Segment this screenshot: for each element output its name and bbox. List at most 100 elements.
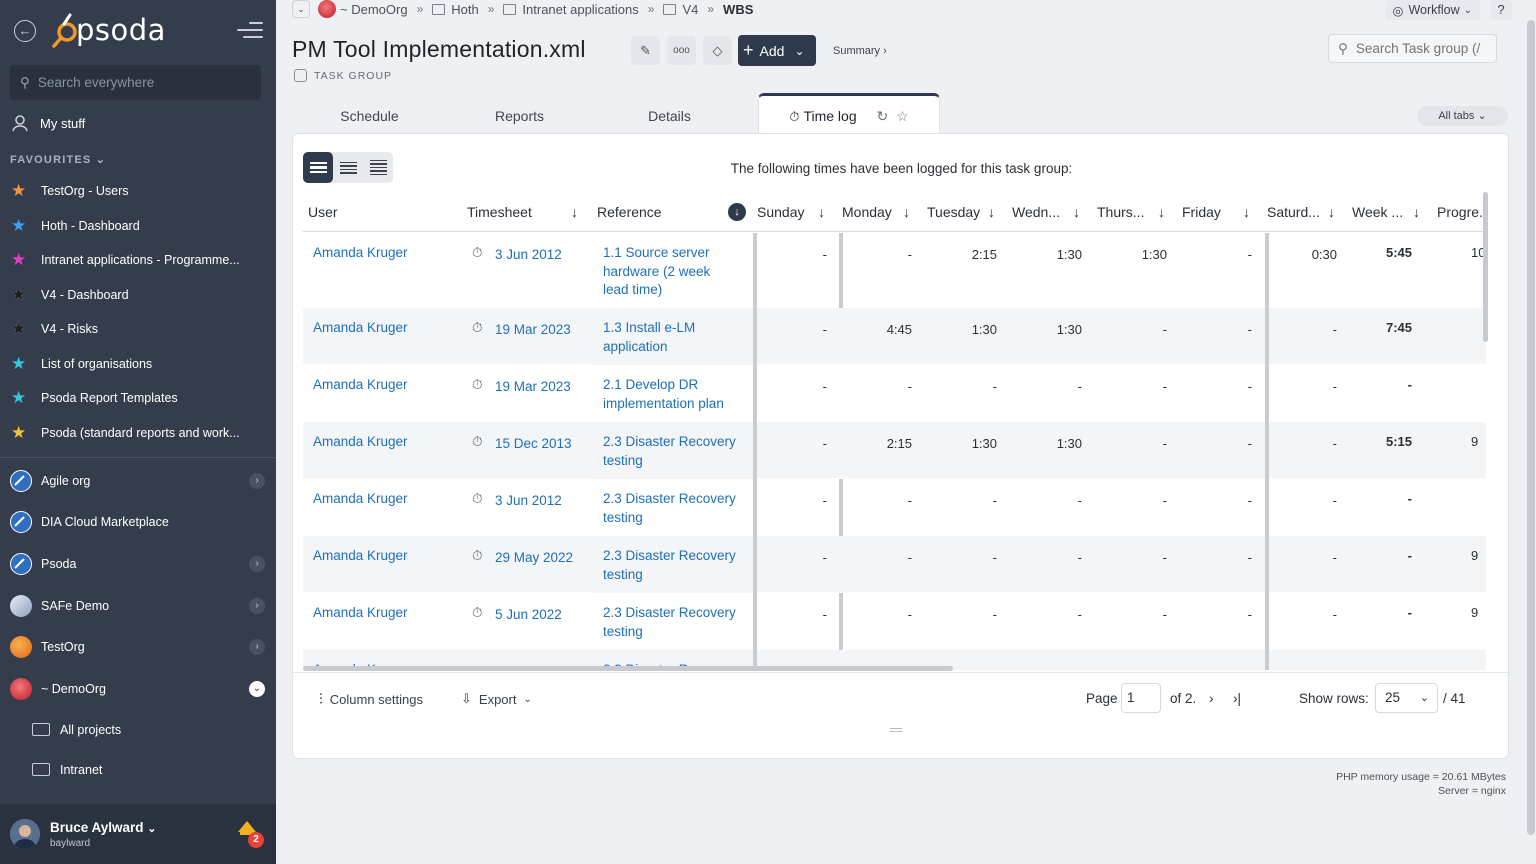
breadcrumb-current[interactable]: WBS [723, 2, 753, 17]
user-link[interactable]: Amanda Kruger [313, 490, 408, 509]
timesheet-link[interactable]: 5 Jun 2022 [495, 606, 562, 625]
export-button[interactable]: ⇩ Export ⌄ [461, 691, 532, 707]
tab-reports[interactable]: Reports [442, 100, 597, 133]
chevron-right-icon[interactable]: › [249, 473, 265, 489]
task-group-search-input[interactable] [1355, 41, 1486, 56]
sort-active-icon[interactable]: ↓ [728, 203, 746, 221]
sort-arrow-icon[interactable]: ↓ [1328, 192, 1335, 232]
edit-button[interactable]: ✎ [631, 36, 660, 65]
favourite-item[interactable]: ★ Intranet applications - Programme... [0, 243, 276, 278]
column-header-tuesday[interactable]: Tuesday [927, 192, 980, 232]
sort-arrow-icon[interactable]: ↓ [988, 192, 995, 232]
reference-link[interactable]: 2.3 Disaster Recovery testing [603, 547, 753, 584]
user-link[interactable]: Amanda Kruger [313, 244, 408, 263]
sort-arrow-icon[interactable]: ↓ [1158, 192, 1165, 232]
page-input[interactable]: 1 [1121, 683, 1161, 713]
favourite-item[interactable]: ★ V4 - Dashboard [0, 278, 276, 313]
chevron-down-icon[interactable]: ⌄ [249, 680, 265, 697]
column-header-sunday[interactable]: Sunday [757, 192, 804, 232]
summary-link[interactable]: Summary › [833, 45, 887, 57]
timesheet-link[interactable]: 15 Dec 2013 [495, 435, 572, 454]
sidebar-item-all-projects[interactable]: All projects [0, 710, 276, 750]
user-bar[interactable]: Bruce Aylward ⌄ baylward [0, 804, 276, 864]
user-link[interactable]: Amanda Kruger [313, 433, 408, 452]
org-item-safe-demo[interactable]: SAFe Demo › [0, 585, 276, 627]
timesheet-link[interactable]: 19 Mar 2023 [495, 321, 571, 340]
reference-link[interactable]: 2.3 Disaster Recovery testing [603, 433, 753, 470]
column-header-week[interactable]: Week ... [1352, 192, 1403, 232]
timesheet-link[interactable]: 3 Jun 2012 [495, 246, 562, 265]
user-link[interactable]: Amanda Kruger [313, 604, 408, 623]
breadcrumb-item[interactable]: Hoth [451, 2, 478, 17]
column-header-reference[interactable]: Reference [597, 192, 662, 232]
breadcrumb-item[interactable]: Intranet applications [522, 2, 638, 17]
my-stuff-link[interactable]: My stuff [10, 113, 85, 133]
rows-per-page-select[interactable]: 25 ⌄ [1375, 683, 1438, 713]
column-header-thursday[interactable]: Thurs... [1097, 192, 1144, 232]
tab-time-log[interactable]: ⏱ Time log ↻ ☆ [758, 93, 940, 134]
column-header-progress[interactable]: Progre... [1437, 192, 1486, 232]
workflow-button[interactable]: ◎ Workflow ⌄ [1384, 0, 1480, 20]
timesheet-link[interactable]: 19 Mar 2023 [495, 378, 571, 397]
resize-handle-icon[interactable] [890, 728, 902, 733]
next-page-icon[interactable]: › [1209, 691, 1214, 706]
sidebar-item-intranet[interactable]: Intranet [0, 750, 276, 790]
refresh-icon[interactable]: ↻ [877, 108, 889, 124]
sort-arrow-icon[interactable]: ↓ [1413, 192, 1420, 232]
chevron-right-icon[interactable]: › [249, 597, 265, 614]
column-header-monday[interactable]: Monday [842, 192, 892, 232]
sort-arrow-icon[interactable]: ↓ [571, 192, 578, 232]
breadcrumb-item[interactable]: V4 [682, 2, 698, 17]
all-tabs-button[interactable]: All tabs ⌄ [1417, 106, 1508, 126]
reference-link[interactable]: 1.1 Source server hardware (2 week lead ti… [603, 244, 753, 300]
favourite-item[interactable]: ★ TestOrg - Users [0, 174, 276, 209]
help-button[interactable]: ? [1490, 0, 1512, 20]
tab-schedule[interactable]: Schedule [292, 100, 447, 133]
back-arrow-icon[interactable]: ← [14, 20, 36, 42]
timesheet-link[interactable]: 29 May 2022 [495, 549, 573, 568]
task-group-search[interactable]: ⚲ [1328, 34, 1497, 63]
timesheet-link[interactable]: 3 Jun 2012 [495, 492, 562, 511]
column-header-friday[interactable]: Friday [1182, 192, 1221, 232]
chevron-right-icon[interactable]: › [249, 556, 265, 573]
horizontal-scrollbar[interactable] [303, 666, 953, 671]
column-header-wednesday[interactable]: Wedn... [1012, 192, 1060, 232]
reference-link[interactable]: 2.3 Disaster Recovery testing [603, 490, 753, 527]
favourites-header[interactable]: FAVOURITES ⌄ [10, 153, 106, 166]
user-link[interactable]: Amanda Kruger [313, 376, 408, 395]
favourite-item[interactable]: ★ Psoda (standard reports and work... [0, 416, 276, 451]
org-item-psoda[interactable]: Psoda › [0, 543, 276, 585]
star-outline-icon[interactable]: ☆ [896, 108, 909, 124]
column-header-timesheet[interactable]: Timesheet [467, 192, 532, 232]
user-link[interactable]: Amanda Kruger [313, 319, 408, 338]
reference-link[interactable]: 1.3 Install e-LM application [603, 319, 753, 356]
user-link[interactable]: Amanda Kruger [313, 547, 408, 566]
tag-button[interactable]: ◇ [703, 36, 732, 65]
sort-arrow-icon[interactable]: ↓ [1073, 192, 1080, 232]
org-item-demoorg[interactable]: ~ DemoOrg ⌄ [0, 668, 276, 710]
chevron-down-icon[interactable]: ⌄ [147, 823, 156, 835]
psoda-logo[interactable]: psoda [50, 12, 166, 48]
sidebar-search[interactable]: ⚲ [10, 65, 261, 100]
sort-arrow-icon[interactable]: ↓ [818, 192, 825, 232]
chevron-down-icon[interactable]: ⌄ [292, 0, 310, 18]
favourite-item[interactable]: ★ Hoth - Dashboard [0, 209, 276, 244]
more-button[interactable]: ooo [667, 36, 696, 65]
column-header-user[interactable]: User [308, 192, 338, 232]
favourite-item[interactable]: ★ V4 - Risks [0, 312, 276, 347]
collapse-menu-icon[interactable] [237, 22, 263, 40]
tab-details[interactable]: Details [592, 100, 747, 133]
column-header-saturday[interactable]: Saturd... [1267, 192, 1320, 232]
sort-arrow-icon[interactable]: ↓ [1243, 192, 1250, 232]
org-item-dia-cloud-marketplace[interactable]: DIA Cloud Marketplace [0, 502, 276, 544]
sidebar-search-input[interactable] [37, 75, 238, 90]
column-settings-button[interactable]: ⫶ Column settings [319, 691, 423, 708]
breadcrumb-item[interactable]: ~ DemoOrg [340, 2, 408, 17]
org-item-testorg[interactable]: TestOrg › [0, 626, 276, 668]
reference-link[interactable]: 2.1 Develop DR implementation plan [603, 376, 753, 413]
page-scrollbar[interactable] [1527, 20, 1535, 835]
favourite-item[interactable]: ★ List of organisations [0, 347, 276, 382]
chevron-right-icon[interactable]: › [249, 639, 265, 656]
org-item-agile-org[interactable]: Agile org › [0, 460, 276, 502]
sort-arrow-icon[interactable]: ↓ [903, 192, 910, 232]
